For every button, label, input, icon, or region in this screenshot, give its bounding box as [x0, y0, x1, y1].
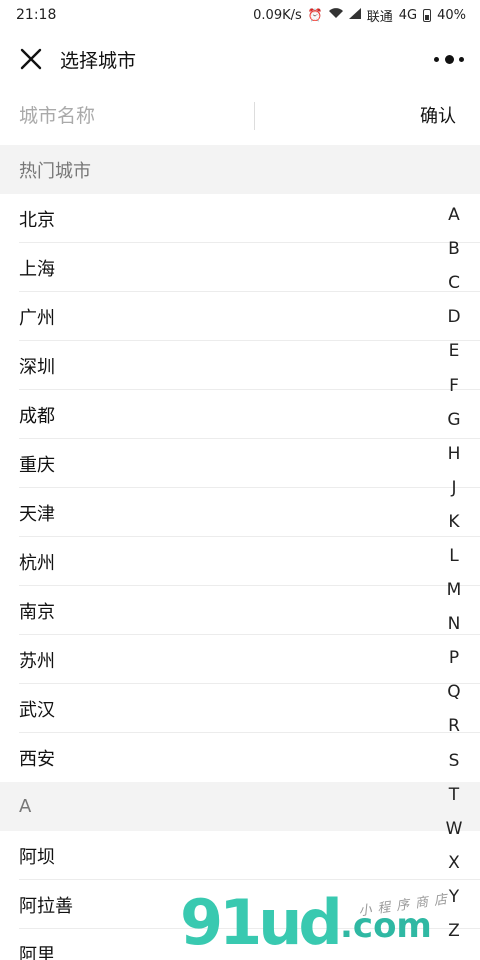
section-header-a: A — [0, 782, 480, 831]
list-item[interactable]: 杭州 — [0, 537, 480, 586]
index-letter[interactable]: B — [442, 232, 466, 266]
confirm-button[interactable]: 确认 — [420, 102, 456, 128]
section-header-hot: 热门城市 — [0, 145, 480, 194]
index-letter[interactable]: W — [442, 812, 466, 846]
network-speed: 0.09K/s — [253, 7, 302, 23]
status-time: 21:18 — [16, 7, 57, 23]
network-type: 4G — [398, 7, 418, 23]
more-button[interactable] — [434, 47, 464, 71]
list-item[interactable]: 天津 — [0, 488, 480, 537]
watermark-brand: 91ud — [180, 886, 343, 959]
index-letter[interactable]: G — [442, 403, 466, 437]
alphabet-index: A B C D E F G H J K L M N P Q R S T W X … — [442, 198, 466, 948]
page-title: 选择城市 — [60, 49, 137, 72]
list-item[interactable]: 武汉 — [0, 684, 480, 733]
list-item[interactable]: 成都 — [0, 390, 480, 439]
list-item[interactable]: 重庆 — [0, 439, 480, 488]
close-icon — [20, 48, 42, 70]
index-letter[interactable]: R — [442, 709, 466, 743]
index-letter[interactable]: X — [442, 846, 466, 880]
more-icon-dot — [459, 56, 464, 62]
search-divider — [254, 102, 255, 130]
watermark-domain: .com — [340, 906, 432, 946]
index-letter[interactable]: C — [442, 266, 466, 300]
index-letter[interactable]: L — [442, 539, 466, 573]
city-list: 热门城市 北京 上海 广州 深圳 成都 重庆 天津 杭州 南京 苏州 武汉 西安… — [0, 145, 480, 960]
list-item[interactable]: 阿坝 — [0, 831, 480, 880]
nav-bar: 选择城市 — [0, 30, 480, 88]
battery-icon — [423, 8, 432, 22]
more-icon — [444, 54, 454, 64]
watermark-logo: 91ud 小程序商店 .com — [180, 888, 470, 960]
index-letter[interactable]: J — [442, 471, 466, 505]
index-letter[interactable]: A — [442, 198, 466, 232]
more-icon-dot — [434, 56, 439, 62]
index-letter[interactable]: F — [442, 368, 466, 402]
index-letter[interactable]: K — [442, 505, 466, 539]
list-item[interactable]: 苏州 — [0, 635, 480, 684]
index-letter[interactable]: E — [442, 334, 466, 368]
index-letter[interactable]: Q — [442, 675, 466, 709]
list-item[interactable]: 北京 — [0, 194, 480, 243]
index-letter[interactable]: P — [442, 641, 466, 675]
status-icons: 0.09K/s ⏰ 联通 4G 40% — [253, 6, 466, 25]
index-letter[interactable]: M — [442, 573, 466, 607]
search-row: 确认 — [0, 88, 480, 144]
list-item[interactable]: 南京 — [0, 586, 480, 635]
index-letter[interactable]: D — [442, 300, 466, 334]
carrier-name: 联通 — [366, 9, 393, 25]
list-item[interactable]: 广州 — [0, 292, 480, 341]
wifi-icon — [328, 8, 343, 22]
list-item[interactable]: 西安 — [0, 733, 480, 782]
index-letter[interactable]: T — [442, 778, 466, 812]
city-search-input[interactable] — [0, 88, 254, 144]
alarm-icon: ⏰ — [307, 8, 323, 22]
signal-icon — [348, 8, 361, 22]
list-item[interactable]: 上海 — [0, 243, 480, 292]
list-item[interactable]: 深圳 — [0, 341, 480, 390]
index-letter[interactable]: H — [442, 437, 466, 471]
close-button[interactable] — [2, 30, 60, 88]
battery-level: 40% — [437, 7, 466, 23]
index-letter[interactable]: N — [442, 607, 466, 641]
index-letter[interactable]: S — [442, 744, 466, 778]
status-bar: 21:18 0.09K/s ⏰ 联通 4G 40% — [0, 0, 480, 30]
